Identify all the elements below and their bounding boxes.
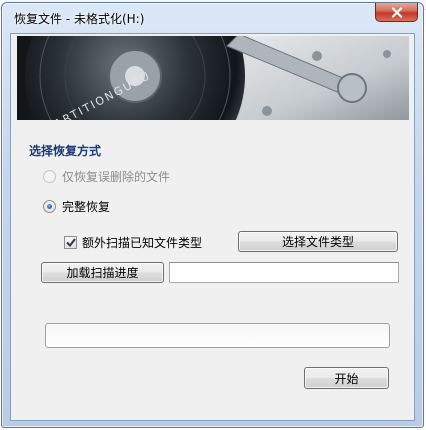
recover-files-dialog: 恢复文件 - 未格式化(H:) PARTITIONGURU 选择恢复方式 仅恢复… <box>1 2 424 428</box>
option-deleted-only[interactable]: 仅恢复误删除的文件 <box>43 168 170 185</box>
radio-full-recovery[interactable] <box>43 200 56 213</box>
close-icon <box>391 6 402 18</box>
extra-scan-checkbox[interactable] <box>64 236 77 249</box>
window-title: 恢复文件 - 未格式化(H:) <box>14 12 145 26</box>
start-button[interactable]: 开始 <box>304 367 389 389</box>
close-button[interactable] <box>375 3 418 22</box>
option-full-recovery-label: 完整恢复 <box>62 200 111 214</box>
option-deleted-only-label: 仅恢复误删除的文件 <box>62 170 171 184</box>
extra-scan-label: 额外扫描已知文件类型 <box>82 236 203 250</box>
load-scan-progress-button[interactable]: 加载扫描进度 <box>41 262 164 283</box>
title-bar[interactable]: 恢复文件 - 未格式化(H:) <box>2 3 423 33</box>
radio-deleted-only[interactable] <box>43 170 56 183</box>
select-file-types-button[interactable]: 选择文件类型 <box>238 231 398 252</box>
hard-disk-illustration: PARTITIONGURU <box>25 36 409 120</box>
section-title: 选择恢复方式 <box>29 144 102 158</box>
partitionguru-banner: PARTITIONGURU <box>17 36 409 120</box>
scan-progress-path-field[interactable] <box>169 262 399 283</box>
recovery-progress-bar <box>45 323 390 348</box>
option-full-recovery[interactable]: 完整恢复 <box>43 198 110 215</box>
checkmark-icon <box>65 238 76 247</box>
extra-scan-option[interactable]: 额外扫描已知文件类型 <box>64 234 202 251</box>
dialog-body: PARTITIONGURU 选择恢复方式 仅恢复误删除的文件 完整恢复 额外扫描… <box>10 33 415 421</box>
